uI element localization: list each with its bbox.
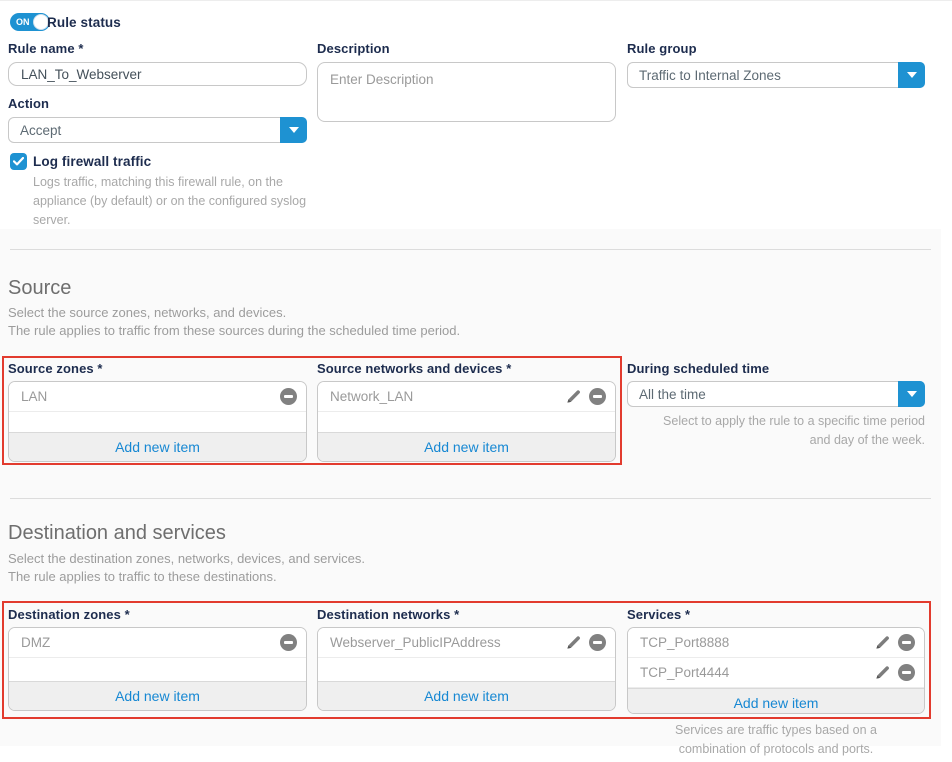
scheduled-time-value: All the time bbox=[628, 382, 898, 406]
edit-item-icon[interactable] bbox=[565, 388, 582, 405]
destination-networks-listbox: Webserver_PublicIPAddress Add new item bbox=[317, 627, 616, 711]
scheduled-time-label: During scheduled time bbox=[627, 361, 769, 376]
remove-item-icon[interactable] bbox=[589, 388, 606, 405]
rule-group-label: Rule group bbox=[627, 41, 697, 56]
destination-section-title: Destination and services bbox=[8, 522, 226, 545]
list-item-name: Webserver_PublicIPAddress bbox=[330, 635, 565, 650]
source-zones-label: Source zones * bbox=[8, 361, 103, 376]
rule-group-dropdown[interactable]: Traffic to Internal Zones bbox=[627, 62, 925, 88]
action-value: Accept bbox=[9, 118, 280, 142]
list-item-name: TCP_Port4444 bbox=[640, 665, 874, 680]
rule-group-dropdown-button[interactable] bbox=[898, 62, 925, 88]
source-section-title: Source bbox=[8, 277, 71, 300]
firewall-rule-form: ON Rule status Rule name * Description R… bbox=[0, 0, 952, 762]
list-item: LAN bbox=[9, 382, 306, 412]
rule-status-label: Rule status bbox=[47, 15, 121, 30]
edit-item-icon[interactable] bbox=[874, 634, 891, 651]
remove-item-icon[interactable] bbox=[589, 634, 606, 651]
destination-networks-add-button[interactable]: Add new item bbox=[318, 681, 615, 710]
log-traffic-label[interactable]: Log firewall traffic bbox=[33, 154, 151, 169]
rule-name-input[interactable] bbox=[8, 62, 307, 86]
list-item: DMZ bbox=[9, 628, 306, 658]
action-dropdown-button[interactable] bbox=[280, 117, 307, 143]
remove-item-icon[interactable] bbox=[280, 634, 297, 651]
destination-subtitle-1: Select the destination zones, networks, … bbox=[8, 551, 365, 566]
list-item-name: TCP_Port8888 bbox=[640, 635, 874, 650]
destination-subtitle-2: The rule applies to traffic to these des… bbox=[8, 569, 277, 584]
source-subtitle-1: Select the source zones, networks, and d… bbox=[8, 305, 286, 320]
services-add-button[interactable]: Add new item bbox=[628, 688, 924, 714]
toggle-on-label: ON bbox=[16, 17, 30, 27]
services-label: Services * bbox=[627, 607, 690, 622]
remove-item-icon[interactable] bbox=[280, 388, 297, 405]
list-item: TCP_Port8888 bbox=[628, 628, 924, 658]
rule-status-toggle[interactable]: ON bbox=[10, 13, 50, 31]
source-zones-listbox: LAN Add new item bbox=[8, 381, 307, 462]
source-networks-add-button[interactable]: Add new item bbox=[318, 432, 615, 461]
destination-zones-add-button[interactable]: Add new item bbox=[9, 681, 306, 710]
action-label: Action bbox=[8, 96, 49, 111]
checkmark-icon bbox=[13, 157, 24, 166]
list-item-name: Network_LAN bbox=[330, 389, 565, 404]
destination-zones-label: Destination zones * bbox=[8, 607, 130, 622]
scheduled-time-dropdown-button[interactable] bbox=[898, 381, 925, 407]
rule-group-value: Traffic to Internal Zones bbox=[628, 63, 898, 87]
source-networks-listbox: Network_LAN Add new item bbox=[317, 381, 616, 462]
list-item-name: DMZ bbox=[21, 635, 280, 650]
source-networks-label: Source networks and devices * bbox=[317, 361, 511, 376]
section-divider bbox=[10, 498, 931, 499]
source-subtitle-2: The rule applies to traffic from these s… bbox=[8, 323, 460, 338]
list-item: Webserver_PublicIPAddress bbox=[318, 628, 615, 658]
section-divider bbox=[10, 249, 931, 250]
chevron-down-icon bbox=[907, 391, 917, 397]
destination-networks-label: Destination networks * bbox=[317, 607, 459, 622]
action-dropdown[interactable]: Accept bbox=[8, 117, 307, 143]
log-traffic-checkbox[interactable] bbox=[10, 153, 27, 170]
edit-item-icon[interactable] bbox=[874, 664, 891, 681]
services-help: Services are traffic types based on a co… bbox=[627, 721, 925, 759]
services-listbox: TCP_Port8888 TCP_Port4444 bbox=[627, 627, 925, 714]
remove-item-icon[interactable] bbox=[898, 634, 915, 651]
source-zones-add-button[interactable]: Add new item bbox=[9, 432, 306, 461]
chevron-down-icon bbox=[907, 72, 917, 78]
description-label: Description bbox=[317, 41, 390, 56]
list-item: Network_LAN bbox=[318, 382, 615, 412]
destination-zones-listbox: DMZ Add new item bbox=[8, 627, 307, 711]
edit-item-icon[interactable] bbox=[565, 634, 582, 651]
scheduled-time-help: Select to apply the rule to a specific t… bbox=[627, 412, 925, 450]
rule-name-label: Rule name * bbox=[8, 41, 84, 56]
log-traffic-help: Logs traffic, matching this firewall rul… bbox=[33, 173, 315, 229]
description-textarea[interactable] bbox=[317, 62, 616, 122]
list-item-name: LAN bbox=[21, 389, 280, 404]
list-item: TCP_Port4444 bbox=[628, 658, 924, 688]
scheduled-time-dropdown[interactable]: All the time bbox=[627, 381, 925, 407]
chevron-down-icon bbox=[289, 127, 299, 133]
remove-item-icon[interactable] bbox=[898, 664, 915, 681]
